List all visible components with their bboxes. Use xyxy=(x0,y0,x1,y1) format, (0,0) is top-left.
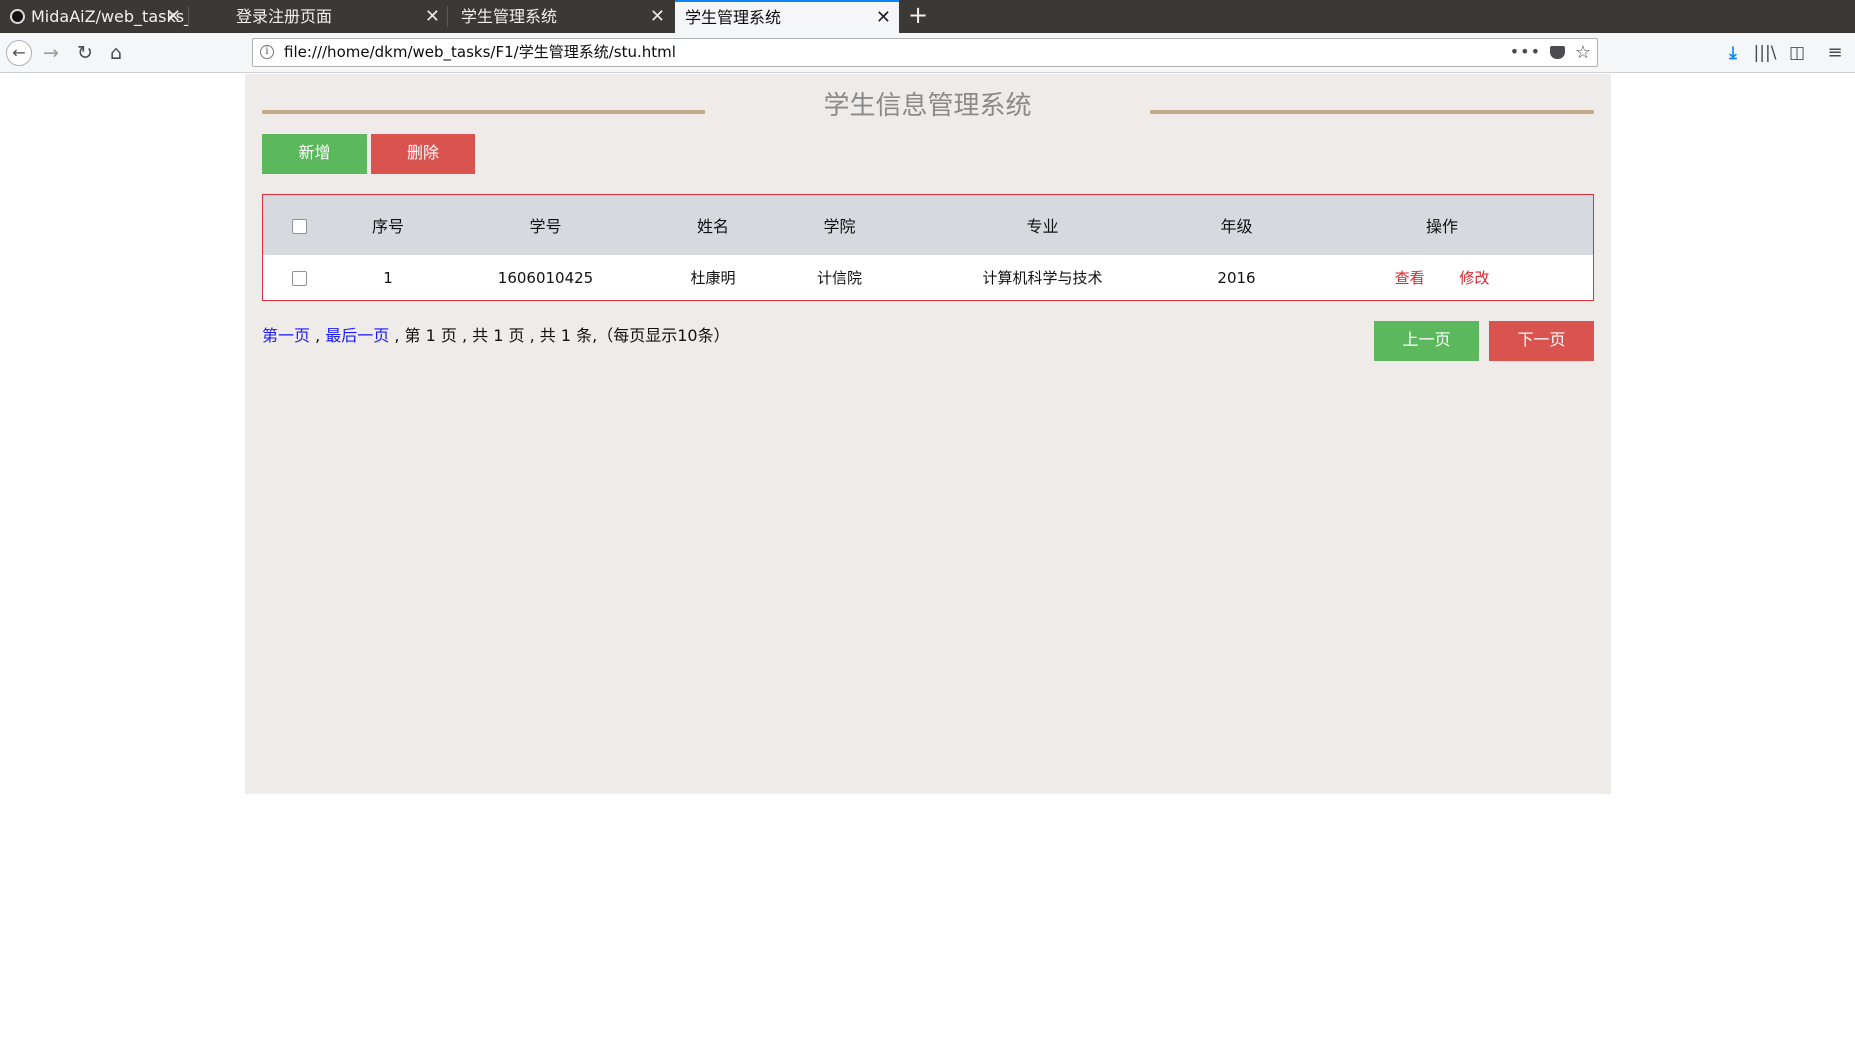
close-tab-icon[interactable]: ✕ xyxy=(650,0,665,33)
add-button[interactable]: 新增 xyxy=(262,134,367,174)
reload-icon[interactable]: ↻ xyxy=(72,40,98,66)
pager-separator: , xyxy=(310,326,326,345)
row-checkbox[interactable] xyxy=(291,270,307,286)
page-actions-icon[interactable]: ••• xyxy=(1510,39,1541,64)
title-divider-left xyxy=(262,110,705,114)
forward-arrow-icon[interactable]: → xyxy=(38,40,64,66)
cell-major: 计算机科学与技术 xyxy=(982,269,1103,287)
delete-button[interactable]: 删除 xyxy=(371,134,475,174)
edit-link[interactable]: 修改 xyxy=(1459,269,1489,287)
back-arrow-icon[interactable]: ← xyxy=(6,40,32,66)
header-actions: 操作 xyxy=(1425,217,1458,236)
cell-actions: 查看 修改 xyxy=(1291,255,1593,300)
cell-grade: 2016 xyxy=(1217,268,1256,287)
browser-tab-github[interactable]: MidaAiZ/web_tasks_20 ✕ xyxy=(0,0,189,33)
tab-separator xyxy=(188,6,189,27)
header-major: 专业 xyxy=(1026,217,1059,236)
info-icon[interactable]: i xyxy=(260,45,274,59)
page-title: 学生信息管理系统 xyxy=(823,91,1032,121)
tab-separator xyxy=(447,6,448,27)
tab-title: 登录注册页面 xyxy=(236,7,333,26)
bookmark-star-icon[interactable]: ☆ xyxy=(1575,39,1591,66)
browser-tab-login[interactable]: 登录注册页面 ✕ xyxy=(226,0,448,33)
table-header-row: 序号 学号 姓名 学院 专业 年级 操作 xyxy=(263,195,1593,255)
row-select-cell xyxy=(263,255,335,300)
header-student-id: 学号 xyxy=(529,217,562,236)
url-bar[interactable]: i file:///home/dkm/web_tasks/F1/学生管理系统/s… xyxy=(252,38,1598,67)
header-index: 序号 xyxy=(371,217,404,236)
cell-student-id: 1606010425 xyxy=(497,268,594,287)
library-icon[interactable]: |||\ xyxy=(1753,40,1777,66)
pager-status: , 第 1 页 , 共 1 页 , 共 1 条,（每页显示10条） xyxy=(389,326,730,345)
last-page-link[interactable]: 最后一页 xyxy=(325,326,389,345)
browser-nav-bar: ← → ↻ ⌂ i file:///home/dkm/web_tasks/F1/… xyxy=(0,33,1855,73)
close-tab-icon[interactable]: ✕ xyxy=(425,0,440,33)
close-tab-icon[interactable]: ✕ xyxy=(166,0,181,33)
header-grade: 年级 xyxy=(1220,217,1253,236)
tab-title: 学生管理系统 xyxy=(461,7,558,26)
hamburger-menu-icon[interactable]: ≡ xyxy=(1823,40,1847,66)
tab-title: 学生管理系统 xyxy=(685,8,782,27)
select-all-checkbox[interactable] xyxy=(291,218,307,234)
pagination-info: 第一页 , 最后一页 , 第 1 页 , 共 1 页 , 共 1 条,（每页显示… xyxy=(262,322,730,346)
browser-tab-stu-active[interactable]: 学生管理系统 ✕ xyxy=(675,0,899,33)
header-college: 学院 xyxy=(823,217,856,236)
url-text[interactable]: file:///home/dkm/web_tasks/F1/学生管理系统/stu… xyxy=(284,39,676,66)
select-all-cell xyxy=(263,195,335,255)
pocket-icon[interactable] xyxy=(1550,46,1565,59)
next-page-button[interactable]: 下一页 xyxy=(1489,321,1594,361)
prev-page-button[interactable]: 上一页 xyxy=(1374,321,1479,361)
header-name: 姓名 xyxy=(696,217,729,236)
cell-college: 计信院 xyxy=(816,269,862,287)
browser-tab-bar: MidaAiZ/web_tasks_20 ✕ 登录注册页面 ✕ 学生管理系统 ✕… xyxy=(0,0,1855,33)
title-divider-right xyxy=(1150,110,1594,114)
browser-tab-stu-1[interactable]: 学生管理系统 ✕ xyxy=(451,0,673,33)
cell-index: 1 xyxy=(383,268,393,287)
student-table: 序号 学号 姓名 学院 专业 年级 操作 1 1606010425 杜康明 计信… xyxy=(262,194,1594,301)
github-icon xyxy=(10,9,25,24)
close-tab-icon[interactable]: ✕ xyxy=(876,2,891,33)
title-row: 学生信息管理系统 xyxy=(262,86,1594,126)
page-container: 学生信息管理系统 新增 删除 序号 学号 姓名 学院 专业 年级 操作 1 16… xyxy=(245,74,1611,794)
download-icon[interactable]: ⤓ xyxy=(1721,40,1745,66)
first-page-link[interactable]: 第一页 xyxy=(262,326,310,345)
table-row: 1 1606010425 杜康明 计信院 计算机科学与技术 2016 查看 修改 xyxy=(263,255,1593,300)
cell-name: 杜康明 xyxy=(690,269,736,287)
sidebar-icon[interactable]: ◫ xyxy=(1785,40,1809,66)
view-link[interactable]: 查看 xyxy=(1395,269,1425,287)
new-tab-icon[interactable]: + xyxy=(906,0,930,33)
home-icon[interactable]: ⌂ xyxy=(103,40,129,66)
